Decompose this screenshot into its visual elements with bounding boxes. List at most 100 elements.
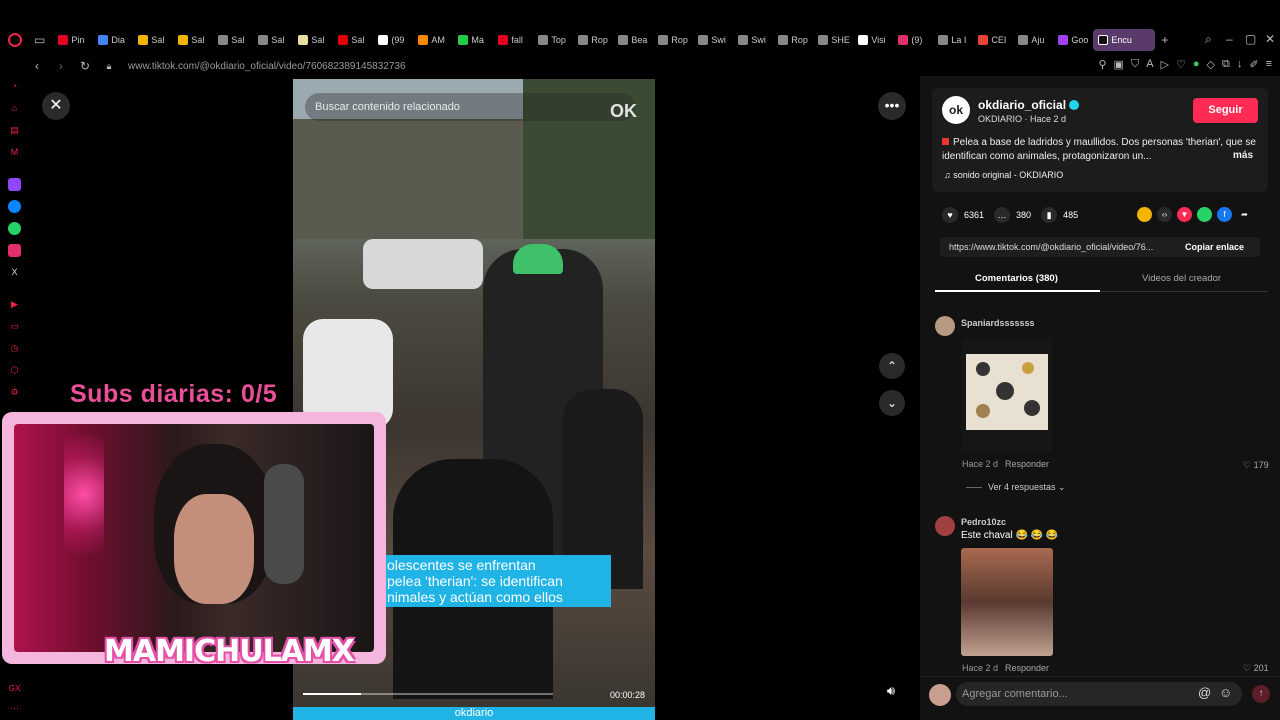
- browser-tab[interactable]: Aju: [1013, 29, 1053, 51]
- browser-tab[interactable]: Rop: [573, 29, 613, 51]
- download-icon[interactable]: ↓: [1237, 58, 1243, 71]
- follow-button[interactable]: Seguir: [1193, 98, 1258, 123]
- gx-icon[interactable]: GX: [8, 682, 21, 695]
- view-replies-button[interactable]: Ver 4 respuestas ⌄: [966, 482, 1066, 493]
- aria-icon[interactable]: ◔: [8, 80, 21, 93]
- snapshot-icon[interactable]: ▣: [1114, 58, 1124, 71]
- minimize-icon[interactable]: –: [1226, 32, 1233, 46]
- extension-green-icon[interactable]: ●: [1193, 58, 1200, 71]
- previous-video-button[interactable]: ⌃: [879, 353, 905, 379]
- comment-image[interactable]: [962, 338, 1052, 452]
- reply-button[interactable]: Responder: [1005, 459, 1049, 469]
- comment-image[interactable]: [961, 548, 1053, 656]
- next-video-button[interactable]: ⌄: [879, 390, 905, 416]
- coin-icon[interactable]: [1137, 207, 1152, 222]
- menu-icon[interactable]: ≡: [1266, 58, 1272, 71]
- browser-tab[interactable]: Goo: [1053, 29, 1093, 51]
- browser-tab[interactable]: Ma: [453, 29, 493, 51]
- maximize-icon[interactable]: ▢: [1245, 32, 1256, 46]
- pin-icon[interactable]: ⚲: [1098, 58, 1106, 71]
- browser-tab[interactable]: Sal: [213, 29, 253, 51]
- translate-icon[interactable]: A: [1146, 58, 1153, 71]
- new-tab-button[interactable]: +: [1161, 33, 1168, 47]
- url-field[interactable]: www.tiktok.com/@okdiario_oficial/video/7…: [128, 61, 406, 72]
- browser-tab[interactable]: Bea: [613, 29, 653, 51]
- browser-tab[interactable]: Dia: [93, 29, 133, 51]
- author-name[interactable]: okdiario_oficial: [978, 98, 1080, 112]
- instagram-icon[interactable]: [8, 244, 21, 257]
- video-search-input[interactable]: Buscar contenido relacionado: [305, 93, 635, 121]
- history-icon[interactable]: ◷: [8, 342, 21, 355]
- save-button[interactable]: ▮ 485: [1041, 207, 1078, 223]
- embed-icon[interactable]: ‹›: [1157, 207, 1172, 222]
- volume-icon[interactable]: 🔊︎: [880, 683, 902, 705]
- browser-tab[interactable]: Sal: [253, 29, 293, 51]
- browser-tab[interactable]: Visi: [853, 29, 893, 51]
- back-icon[interactable]: ‹: [28, 59, 46, 73]
- comment-username[interactable]: Spaniardsssssss: [961, 318, 1035, 328]
- shield-icon[interactable]: ⛉: [1131, 58, 1139, 71]
- close-video-button[interactable]: ✕: [42, 92, 70, 120]
- vpn-icon[interactable]: ◇: [1207, 58, 1215, 71]
- browser-tab[interactable]: fall: [493, 29, 533, 51]
- tab-overview-icon[interactable]: ▭: [34, 33, 45, 47]
- play-icon[interactable]: ▷: [1161, 58, 1169, 71]
- messenger-icon[interactable]: [8, 200, 21, 213]
- comment-like-button[interactable]: ♡ 201: [1243, 663, 1269, 674]
- video-progress-bar[interactable]: [303, 693, 553, 695]
- browser-tab[interactable]: Sal: [333, 29, 373, 51]
- browser-tab[interactable]: Sal: [293, 29, 333, 51]
- heart-icon[interactable]: ♡: [1176, 58, 1186, 71]
- sound-link[interactable]: ♫ sonido original - OKDIARIO: [944, 170, 1063, 180]
- author-avatar[interactable]: ok: [942, 96, 970, 124]
- extensions-sidebar-icon[interactable]: ⬡: [8, 364, 21, 377]
- forward-icon[interactable]: ›: [52, 59, 70, 73]
- browser-tab[interactable]: Pin: [53, 29, 93, 51]
- opera-logo-icon[interactable]: [8, 33, 22, 47]
- browser-tab[interactable]: Sal: [133, 29, 173, 51]
- browser-tab[interactable]: Rop: [773, 29, 813, 51]
- whatsapp-icon[interactable]: [8, 222, 21, 235]
- browser-tab[interactable]: (9): [893, 29, 933, 51]
- mention-icon[interactable]: @: [1198, 685, 1211, 700]
- browser-tab[interactable]: CEI: [973, 29, 1013, 51]
- tab-comments[interactable]: Comentarios (380): [975, 273, 1058, 284]
- tab-islands-icon[interactable]: ▤: [8, 124, 21, 137]
- browser-tab[interactable]: Rop: [653, 29, 693, 51]
- browser-tab[interactable]: SHE: [813, 29, 853, 51]
- browser-tab[interactable]: Sal: [173, 29, 213, 51]
- x-icon[interactable]: X: [8, 266, 21, 279]
- comment-avatar[interactable]: [935, 316, 955, 336]
- send-comment-icon[interactable]: ↑: [1252, 685, 1270, 703]
- whatsapp-share-icon[interactable]: [1197, 207, 1212, 222]
- comment-like-button[interactable]: ♡ 179: [1243, 460, 1269, 471]
- wallet-icon[interactable]: ▭: [8, 320, 21, 333]
- tab-active[interactable]: Encu: [1093, 29, 1156, 51]
- comment-avatar[interactable]: [935, 516, 955, 536]
- extensions-icon[interactable]: ⧉: [1222, 58, 1230, 71]
- aria-ai-icon[interactable]: ✐: [1249, 58, 1258, 71]
- close-window-icon[interactable]: ✕: [1265, 32, 1275, 46]
- facebook-share-icon[interactable]: f: [1217, 207, 1232, 222]
- mail-icon[interactable]: M: [8, 146, 21, 159]
- sidebar-more-icon[interactable]: ···: [8, 702, 21, 715]
- more-link[interactable]: más: [1233, 150, 1253, 161]
- workspaces-icon[interactable]: ⌂: [8, 102, 21, 115]
- comment-username[interactable]: Pedro10zc: [961, 517, 1006, 527]
- browser-tab[interactable]: (99: [373, 29, 413, 51]
- reload-icon[interactable]: ↻: [76, 59, 94, 73]
- search-tabs-icon[interactable]: ⌕: [1205, 32, 1212, 47]
- browser-tab[interactable]: La I: [933, 29, 973, 51]
- browser-tab[interactable]: AM: [413, 29, 453, 51]
- emoji-icon[interactable]: ☺: [1219, 685, 1232, 700]
- send-icon[interactable]: ▼: [1177, 207, 1192, 222]
- settings-icon[interactable]: ⚙: [8, 386, 21, 399]
- twitch-icon[interactable]: [8, 178, 21, 191]
- share-link[interactable]: https://www.tiktok.com/@okdiario_oficial…: [949, 242, 1153, 252]
- comment-button[interactable]: … 380: [994, 207, 1031, 223]
- tab-creator-videos[interactable]: Videos del creador: [1142, 273, 1221, 284]
- copy-link-button[interactable]: Copiar enlace: [1185, 242, 1244, 252]
- share-arrow-icon[interactable]: ➦: [1237, 207, 1252, 222]
- browser-tab[interactable]: Swi: [733, 29, 773, 51]
- browser-tab[interactable]: Top: [533, 29, 573, 51]
